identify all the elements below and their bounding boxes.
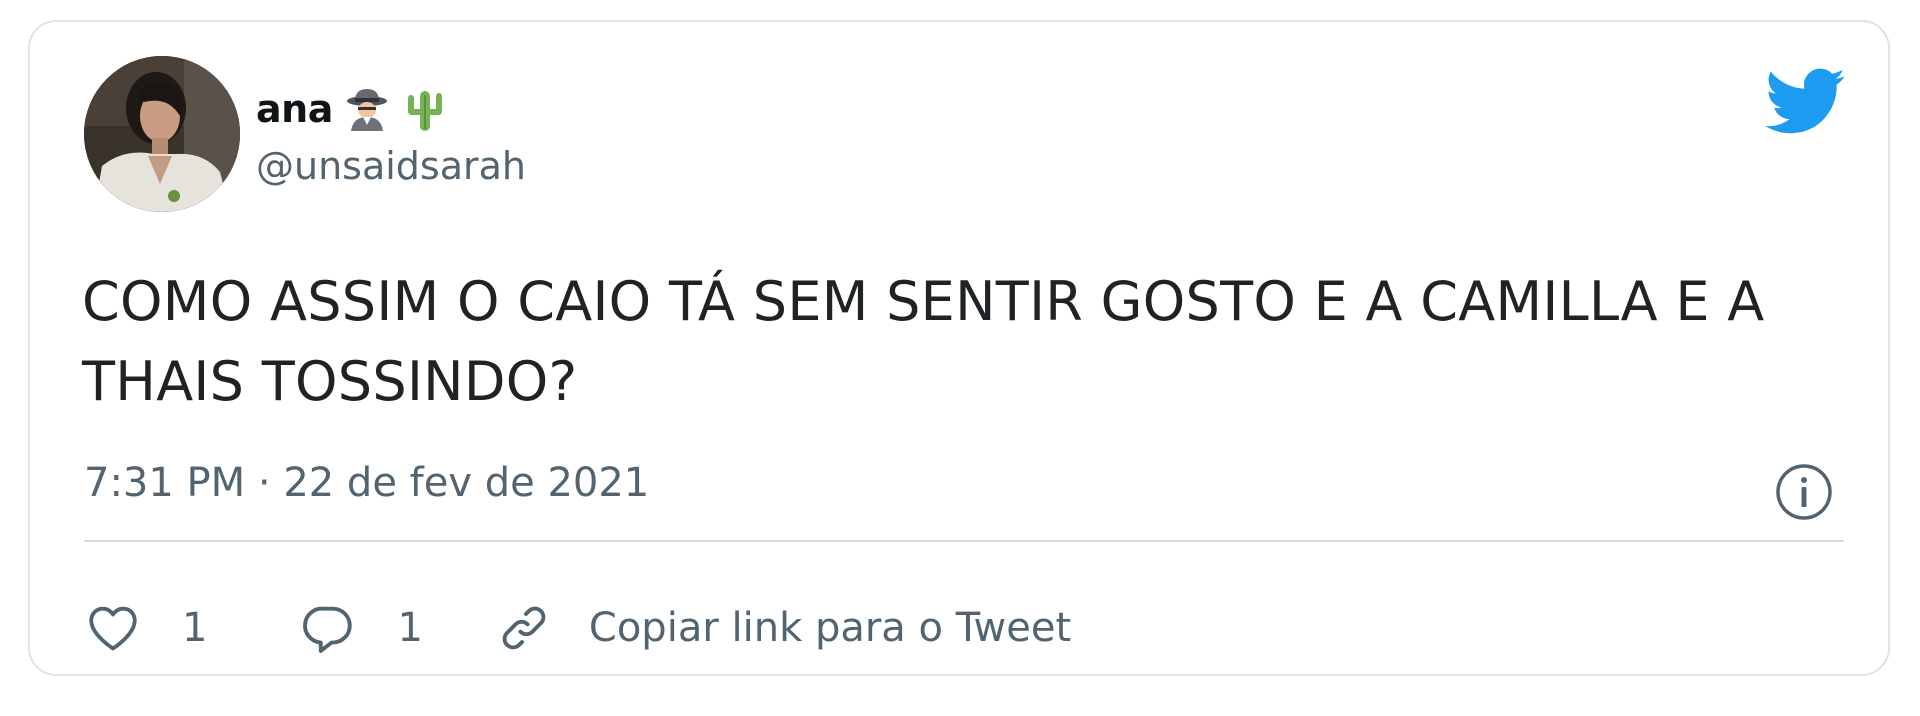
info-icon[interactable] <box>1774 462 1834 522</box>
cactus-emoji-icon <box>407 91 442 131</box>
display-name-row: ana <box>256 82 449 136</box>
reply-count: 1 <box>397 605 423 651</box>
link-icon <box>502 606 546 650</box>
avatar[interactable] <box>84 56 240 212</box>
avatar-photo <box>84 56 240 212</box>
reply-bubble-icon <box>303 606 353 653</box>
heart-icon <box>89 606 137 651</box>
copy-link-button[interactable]: Copiar link para o Tweet <box>495 599 1071 657</box>
tweet-text: COMO ASSIM O CAIO TÁ SEM SENTIR GOSTO E … <box>82 270 1765 413</box>
divider <box>84 540 1844 542</box>
like-button[interactable]: 1 <box>84 599 207 657</box>
display-name[interactable]: ana <box>256 87 333 131</box>
tweet-actions: 1 1 Copiar link para o Tweet <box>84 594 1071 662</box>
tweet-card: ana @unsaidsarah COMO ASSIM O CAIO TÁ SE… <box>28 20 1890 676</box>
copy-link-label: Copiar link para o Tweet <box>588 605 1072 651</box>
tweet-timestamp[interactable]: 7:31 PM · 22 de fev de 2021 <box>84 460 649 506</box>
user-handle[interactable]: @unsaidsarah <box>256 144 526 188</box>
like-count: 1 <box>182 605 208 651</box>
reply-button[interactable]: 1 <box>299 599 423 657</box>
twitter-bird-icon[interactable] <box>1762 66 1846 136</box>
detective-emoji-icon <box>346 89 387 131</box>
